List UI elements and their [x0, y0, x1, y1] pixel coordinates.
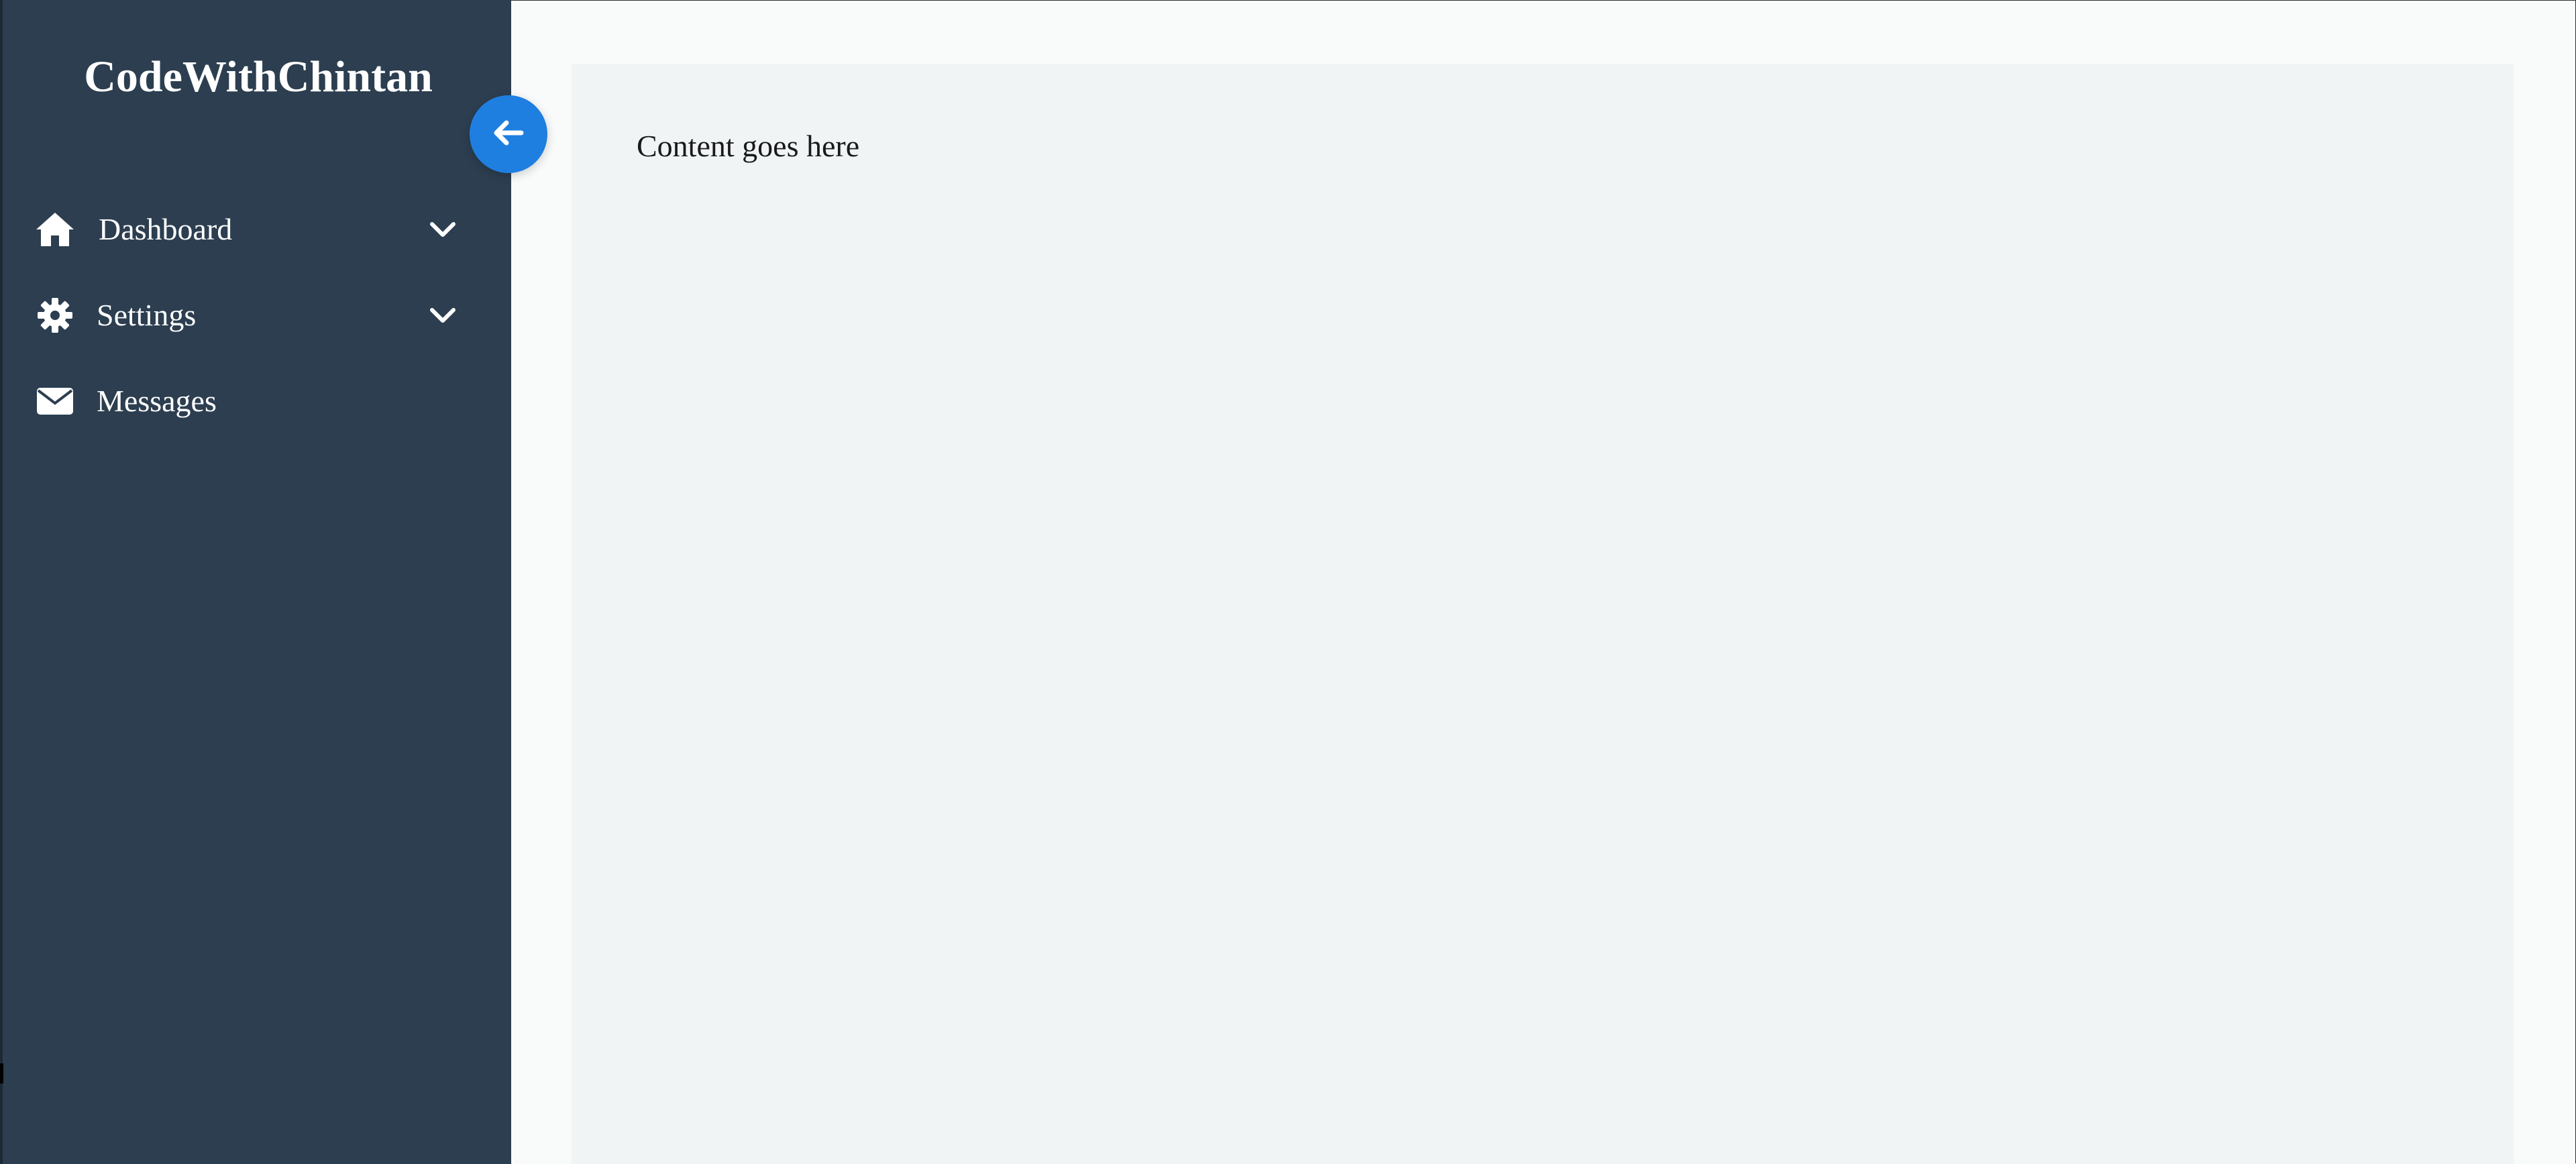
- chevron-down-icon[interactable]: [424, 297, 462, 334]
- content-panel: Content goes here: [572, 64, 2514, 1164]
- arrow-left-icon: [492, 119, 525, 150]
- home-icon: [35, 209, 75, 250]
- sidebar-item-settings[interactable]: Settings: [3, 278, 514, 352]
- sidebar-item-label: Messages: [97, 384, 217, 418]
- content-text: Content goes here: [637, 129, 860, 163]
- gear-icon: [35, 295, 75, 335]
- sidebar-item-messages[interactable]: Messages: [3, 364, 514, 438]
- envelope-icon: [35, 381, 75, 421]
- sidebar-toggle-button[interactable]: [470, 95, 547, 173]
- sidebar-item-label: Dashboard: [99, 212, 233, 246]
- brand-title: CodeWithChintan: [84, 52, 433, 101]
- window-edge-marker: [0, 1063, 3, 1083]
- sidebar-item-label: Settings: [97, 298, 197, 332]
- chevron-down-icon[interactable]: [424, 211, 462, 248]
- sidebar: CodeWithChintan Dashboard Settings Messa…: [0, 0, 511, 1164]
- sidebar-item-dashboard[interactable]: Dashboard: [3, 193, 514, 266]
